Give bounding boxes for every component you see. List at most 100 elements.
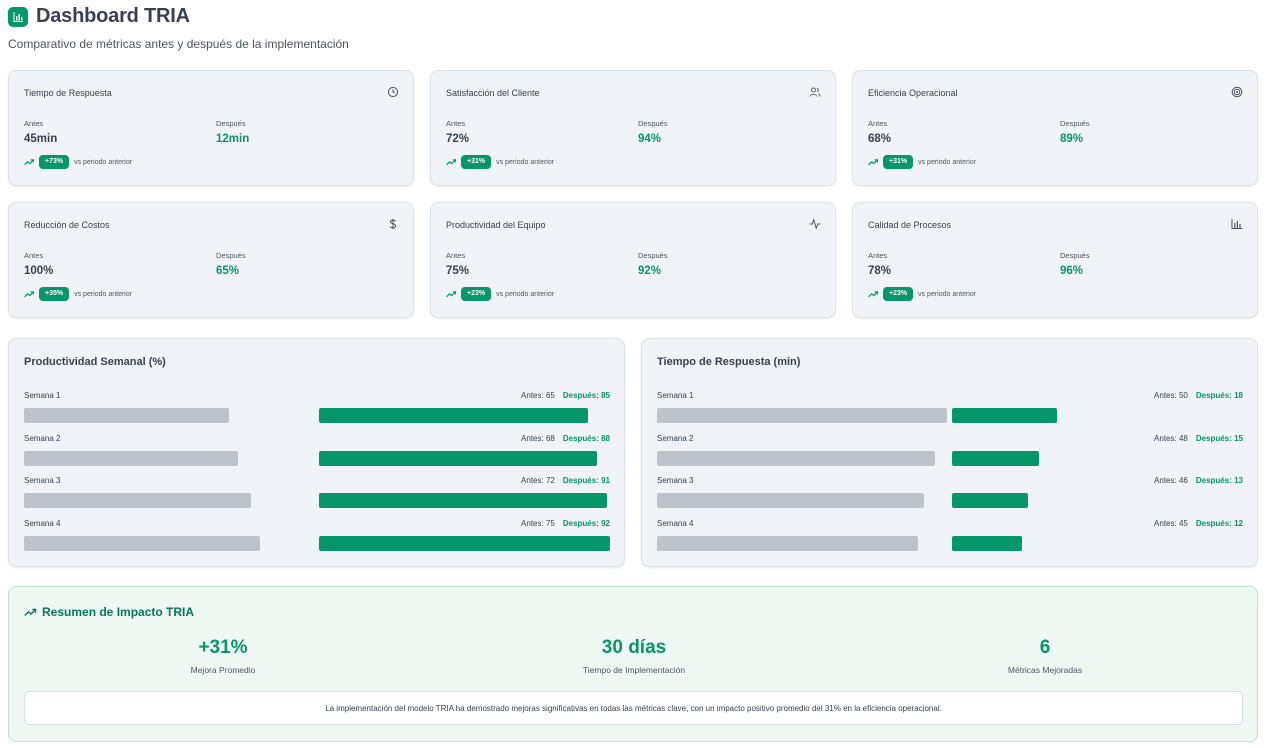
clock-icon — [387, 86, 399, 98]
after-bar — [952, 450, 1040, 466]
after-label: Después — [638, 251, 668, 260]
after-data-label: Después: 12 — [1195, 518, 1243, 528]
after-value: 94% — [638, 133, 662, 145]
category-label: Semana 4 — [657, 518, 694, 528]
before-label: Antes — [868, 251, 888, 260]
after-value: 65% — [216, 265, 240, 277]
before-label: Antes — [24, 251, 44, 260]
summary-title: Resumen de Impacto TRIA — [24, 605, 194, 619]
before-bar — [657, 493, 924, 508]
metric-name: Productividad del Equipo — [446, 220, 546, 230]
summary-title-text: Resumen de Impacto TRIA — [42, 605, 195, 619]
before-column: Antes 68% — [868, 119, 891, 145]
stat-average-improvement: +31% Mejora Promedio — [113, 637, 333, 675]
summary-note: La implementación del modelo TRIA ha dem… — [24, 691, 1243, 725]
metric-card: Reducción de Costos Antes 100% Después 65% +3… — [8, 202, 414, 318]
trending-up-icon — [446, 291, 456, 298]
before-bar — [24, 535, 261, 551]
before-column: Antes 72% — [446, 119, 469, 145]
metric-card: Satisfacción del Cliente Antes 72% Después 9… — [430, 70, 836, 186]
comparison-note: vs periodo anterior — [74, 290, 133, 298]
before-bar — [24, 408, 229, 423]
stat-value: +31% — [198, 637, 248, 658]
before-value: 68% — [868, 133, 892, 145]
before-bar — [657, 450, 936, 466]
after-value: 92% — [638, 265, 662, 277]
change-badge: +31% — [883, 155, 914, 169]
chart-title: Productividad Semanal (%) — [24, 356, 166, 368]
metric-name: Reducción de Costos — [24, 220, 110, 230]
stat-label: Mejora Promedio — [190, 665, 256, 675]
after-value: 96% — [1060, 265, 1084, 277]
after-label: Después — [1060, 119, 1090, 128]
header: Dashboard TRIA Comparativo de métricas a… — [8, 5, 349, 51]
before-label: Antes — [24, 119, 44, 128]
metrics-grid: Tiempo de Respuesta Antes 45min Después 12mi… — [8, 70, 1258, 318]
after-data-label: Después: 13 — [1195, 476, 1243, 485]
category-label: Semana 1 — [24, 391, 61, 400]
before-data-label: Antes: 75 — [521, 518, 555, 528]
after-value: 12min — [216, 133, 250, 145]
target-icon — [1231, 86, 1243, 98]
chart-row: Semana 3 Antes: 72 Después: 91 — [24, 476, 610, 519]
before-data-label: Antes: 65 — [521, 391, 555, 400]
after-bar — [952, 493, 1028, 508]
change-badge: +23% — [883, 287, 914, 301]
productivity-chart-card: Productividad Semanal (%) Semana 1 Antes:… — [8, 338, 625, 567]
before-data-label: Antes: 45 — [1154, 518, 1188, 528]
after-data-label: Después: 15 — [1195, 433, 1243, 443]
after-label: Después — [216, 119, 246, 128]
data-labels: Antes: 46 Después: 13 — [1154, 476, 1243, 485]
data-labels: Antes: 68 Después: 88 — [521, 434, 610, 443]
category-label: Semana 1 — [657, 391, 694, 400]
after-data-label: Después: 85 — [562, 391, 610, 400]
stat-label: Métricas Mejoradas — [1007, 665, 1083, 675]
bar-chart-icon — [8, 6, 28, 27]
before-value: 75% — [446, 265, 470, 277]
trending-up-icon — [868, 291, 878, 298]
after-label: Después — [1060, 251, 1090, 260]
stat-label: Tiempo de Implementación — [582, 665, 686, 675]
after-column: Después 94% — [638, 119, 668, 145]
after-column: Después 89% — [1060, 119, 1090, 145]
trend-row: +23% vs periodo anterior — [446, 287, 554, 301]
before-bar — [24, 493, 251, 508]
chart-row: Semana 1 Antes: 65 Después: 85 — [24, 391, 610, 434]
after-data-label: Después: 88 — [562, 433, 610, 443]
trending-up-icon — [24, 159, 34, 166]
data-labels: Antes: 75 Después: 92 — [521, 519, 610, 528]
page-subtitle: Comparativo de métricas antes y después … — [8, 37, 349, 51]
before-data-label: Antes: 48 — [1154, 433, 1188, 443]
bar-chart-icon — [1231, 219, 1243, 229]
category-label: Semana 3 — [657, 476, 694, 485]
before-column: Antes 78% — [868, 251, 891, 277]
category-label: Semana 3 — [24, 476, 61, 485]
data-labels: Antes: 48 Después: 15 — [1154, 434, 1243, 443]
before-bar — [24, 450, 239, 466]
before-label: Antes — [446, 119, 466, 128]
trending-up-icon — [24, 608, 37, 616]
after-column: Después 96% — [1060, 251, 1090, 277]
impact-summary: Resumen de Impacto TRIA +31% Mejora Prom… — [8, 586, 1258, 742]
data-labels: Antes: 72 Después: 91 — [521, 476, 610, 485]
response-time-chart-card: Tiempo de Respuesta (min) Semana 1 Antes:… — [641, 338, 1258, 567]
chart-rows: Semana 1 Antes: 65 Después: 85 Semana 2 Ante… — [24, 391, 610, 561]
after-column: Después 65% — [216, 251, 246, 277]
category-label: Semana 4 — [24, 518, 61, 528]
trend-row: +31% vs periodo anterior — [446, 155, 554, 169]
chart-rows: Semana 1 Antes: 50 Después: 18 Semana 2 Ante… — [657, 391, 1243, 561]
metric-name: Tiempo de Respuesta — [24, 88, 112, 98]
trend-row: +23% vs periodo anterior — [868, 287, 976, 301]
category-label: Semana 2 — [657, 433, 694, 443]
before-bar — [657, 408, 947, 423]
chart-row: Semana 1 Antes: 50 Después: 18 — [657, 391, 1243, 434]
dollar-icon — [389, 218, 397, 230]
stat-improved-metrics: 6 Métricas Mejoradas — [935, 637, 1155, 675]
data-labels: Antes: 50 Después: 18 — [1154, 391, 1243, 400]
data-labels: Antes: 45 Después: 12 — [1154, 519, 1243, 528]
change-badge: +31% — [461, 155, 492, 169]
chart-row: Semana 4 Antes: 75 Después: 92 — [24, 519, 610, 562]
change-badge: +73% — [39, 155, 70, 169]
stat-value: 30 días — [601, 637, 667, 658]
metric-name: Eficiencia Operacional — [868, 88, 958, 98]
